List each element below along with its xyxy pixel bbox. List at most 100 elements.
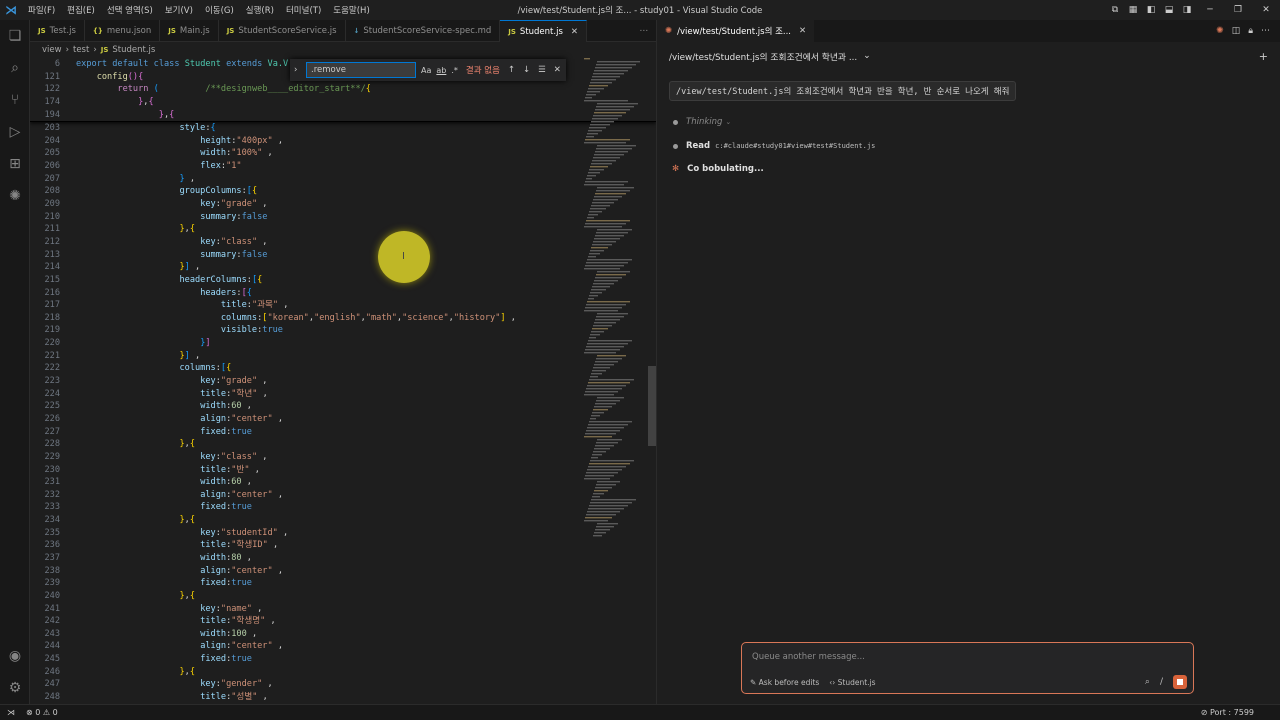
split-editor-icon[interactable]: ◫ <box>1232 26 1241 36</box>
code-line[interactable]: 217 title:"과목" , <box>30 299 656 312</box>
code-line[interactable]: 244 align:"center" , <box>30 640 656 653</box>
code-line[interactable]: 226 align:"center" , <box>30 413 656 426</box>
layout-icon[interactable]: ▦ <box>1124 5 1142 15</box>
tab-menu-json[interactable]: {} menu.json <box>85 20 161 42</box>
code-line[interactable]: 227 fixed:true <box>30 426 656 439</box>
message-input[interactable]: Queue another message... <box>752 652 865 662</box>
menu-help[interactable]: 도움말(H) <box>327 4 375 16</box>
source-control-icon[interactable]: ⑂ <box>0 84 30 116</box>
code-line[interactable]: 243 width:100 , <box>30 628 656 641</box>
code-line[interactable]: 220 }] <box>30 337 656 350</box>
context-file-chip[interactable]: ‹› Student.js <box>829 678 875 687</box>
menu-run[interactable]: 실행(R) <box>240 4 280 16</box>
menu-view[interactable]: 보기(V) <box>159 4 199 16</box>
code-line[interactable]: 223 key:"grade" , <box>30 375 656 388</box>
code-line[interactable]: 236 title:"학생ID" , <box>30 539 656 552</box>
close-find-icon[interactable]: ✕ <box>554 65 561 75</box>
code-line[interactable]: 204 height:"400px" , <box>30 135 656 148</box>
menu-selection[interactable]: 선택 영역(S) <box>101 4 159 16</box>
code-line[interactable]: 203 style:{ <box>30 122 656 135</box>
explorer-icon[interactable]: ❏ <box>0 20 30 52</box>
arrow-down-icon[interactable]: ↓ <box>523 65 530 75</box>
code-line[interactable]: 225 width:60 , <box>30 400 656 413</box>
new-chat-icon[interactable]: + <box>1259 50 1268 63</box>
close-tab-icon[interactable]: ✕ <box>571 27 578 37</box>
code-line[interactable]: 221 }] , <box>30 350 656 363</box>
whole-word-icon[interactable]: ab <box>436 66 446 75</box>
code-line[interactable]: 247 key:"gender" , <box>30 678 656 691</box>
code-line[interactable]: 218 columns:["korean","english","math","… <box>30 312 656 325</box>
find-in-selection-icon[interactable]: ☰ <box>538 65 546 75</box>
code-line[interactable]: 239 fixed:true <box>30 577 656 590</box>
tab-test-js[interactable]: JS Test.js <box>30 20 85 42</box>
minimap[interactable] <box>582 58 648 548</box>
toggle-sidebar-icon[interactable]: ◧ <box>1142 5 1160 15</box>
attach-icon[interactable]: ⌕ <box>1145 677 1150 687</box>
code-line[interactable]: 207 } , <box>30 173 656 186</box>
code-line[interactable]: 224 title:"학년" , <box>30 388 656 401</box>
code-line[interactable]: 245 fixed:true <box>30 653 656 666</box>
tab-student-js[interactable]: JS Student.js ✕ <box>500 20 587 42</box>
code-line[interactable]: 246 },{ <box>30 666 656 679</box>
regex-icon[interactable]: .* <box>451 66 458 75</box>
tab-studentscoreservice-spec-md[interactable]: ↓ StudentScoreService-spec.md <box>346 20 501 42</box>
toggle-panel-icon[interactable]: ⬓ <box>1160 5 1178 15</box>
code-line[interactable]: 233 fixed:true <box>30 501 656 514</box>
code-line[interactable]: 241 key:"name" , <box>30 603 656 616</box>
code-line[interactable]: 208 groupColumns:[{ <box>30 185 656 198</box>
code-line[interactable]: 229 key:"class" , <box>30 451 656 464</box>
chevron-down-icon[interactable]: ⌄ <box>863 51 870 61</box>
search-icon[interactable]: ⌕ <box>0 52 30 84</box>
message-input-box[interactable]: Queue another message... ✎ Ask before ed… <box>741 642 1194 694</box>
code-line[interactable]: 240 },{ <box>30 590 656 603</box>
breadcrumb-item[interactable]: test <box>73 45 89 55</box>
code-line[interactable]: 231 width:60 , <box>30 476 656 489</box>
code-line[interactable]: 213 summary:false <box>30 249 656 262</box>
conversation-title[interactable]: /view/test/Student.js의 조회조건에서 학년과 ... <box>669 50 857 63</box>
code-editor[interactable]: 6 export default class Student extends Va… <box>30 58 656 704</box>
code-line[interactable]: 235 key:"studentId" , <box>30 527 656 540</box>
code-line[interactable]: 174 },{ <box>30 96 656 109</box>
copilot-icon[interactable]: ⧉ <box>1106 5 1124 15</box>
code-line[interactable]: 242 title:"학생명" , <box>30 615 656 628</box>
menu-terminal[interactable]: 터미널(T) <box>280 4 327 16</box>
close-tab-icon[interactable]: ✕ <box>799 26 806 36</box>
stop-button[interactable] <box>1173 675 1187 689</box>
editor-scrollbar[interactable] <box>648 366 656 446</box>
code-line[interactable]: 248 title:"성별" , <box>30 691 656 704</box>
code-line[interactable]: 210 summary:false <box>30 211 656 224</box>
code-line[interactable]: 122 return ( /**designweb____editor_star… <box>30 83 656 96</box>
code-line[interactable]: 215 headerColumns:[{ <box>30 274 656 287</box>
code-line[interactable]: 238 align:"center" , <box>30 565 656 578</box>
code-line[interactable]: 209 key:"grade" , <box>30 198 656 211</box>
slash-command-icon[interactable]: / <box>1160 677 1163 687</box>
run-debug-icon[interactable]: ▷ <box>0 116 30 148</box>
more-actions-icon[interactable]: ⋯ <box>632 20 657 42</box>
toggle-replace-icon[interactable]: › <box>294 65 306 75</box>
code-line[interactable]: 234 },{ <box>30 514 656 527</box>
extensions-icon[interactable]: ⊞ <box>0 148 30 180</box>
code-line[interactable]: 219 visible:true <box>30 324 656 337</box>
port-indicator[interactable]: ⊘ Port : 7599 <box>1201 708 1280 717</box>
code-line[interactable]: 228 },{ <box>30 438 656 451</box>
tab-studentscoreservice-js[interactable]: JS StudentScoreService.js <box>219 20 346 42</box>
minimize-icon[interactable]: ─ <box>1196 5 1224 15</box>
breadcrumb-item[interactable]: Student.js <box>112 45 155 55</box>
menu-file[interactable]: 파일(F) <box>22 4 61 16</box>
lock-icon[interactable]: 🔒︎ <box>1248 26 1253 36</box>
claude-icon[interactable]: ✺ <box>0 180 30 212</box>
code-line[interactable]: 214 }] , <box>30 261 656 274</box>
code-line[interactable]: 216 headers:[{ <box>30 287 656 300</box>
code-line[interactable]: 211 },{ <box>30 223 656 236</box>
problems-indicator[interactable]: ⊗ 0 ⚠ 0 <box>26 708 58 717</box>
tab-main-js[interactable]: JS Main.js <box>160 20 219 42</box>
code-line[interactable]: 230 title:"반" , <box>30 464 656 477</box>
chat-tab[interactable]: ✺ /view/test/Student.js의 조... ✕ <box>657 20 815 42</box>
code-line[interactable]: 232 align:"center" , <box>30 489 656 502</box>
code-line[interactable]: 212 key:"class" , <box>30 236 656 249</box>
more-actions-icon[interactable]: ⋯ <box>1261 26 1270 36</box>
gear-icon[interactable]: ⚙ <box>0 672 30 704</box>
account-icon[interactable]: ◉ <box>0 640 30 672</box>
thinking-step[interactable]: Thinking ⌄ <box>673 117 731 127</box>
code-line[interactable]: 237 width:80 , <box>30 552 656 565</box>
